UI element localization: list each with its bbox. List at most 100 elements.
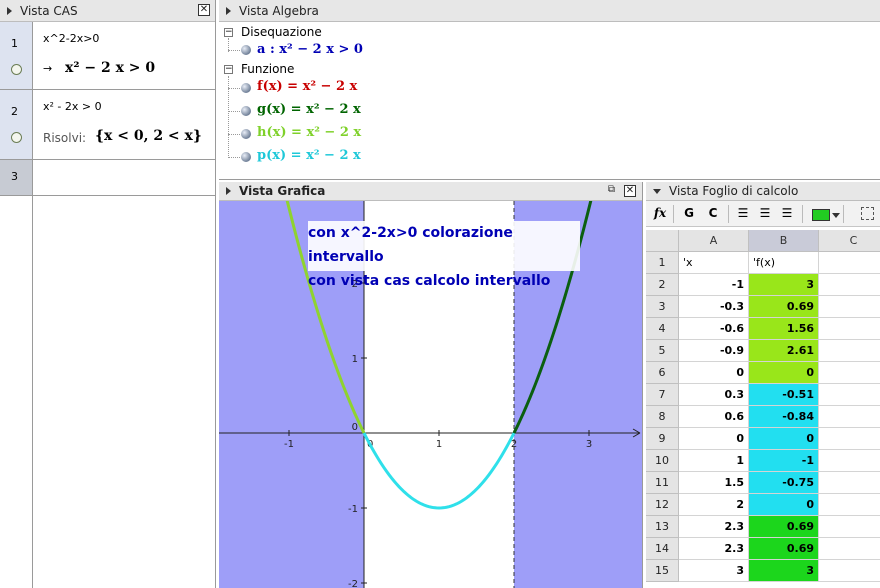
graphics-titlebar[interactable]: Vista Grafica ⧉ ✕ [219, 182, 642, 201]
row-header[interactable]: 7 [646, 384, 679, 406]
cas-input[interactable]: x^2-2x>0 [43, 32, 99, 45]
cell-b[interactable]: 0.69 [749, 296, 819, 318]
cell-c[interactable] [819, 428, 880, 450]
align-right-icon[interactable]: ☰ [779, 204, 795, 223]
align-left-icon[interactable]: ☰ [735, 204, 751, 223]
algebra-item-h[interactable]: h(x) = x² − 2 x [257, 125, 361, 140]
cas-row[interactable]: 2 x² - 2x > 0 Risolvi: {x < 0, 2 < x} [0, 90, 215, 160]
expand-triangle-icon[interactable] [653, 188, 661, 194]
cell-c[interactable] [819, 340, 880, 362]
cell-b[interactable]: 0.69 [749, 516, 819, 538]
cas-row[interactable]: 1 x^2-2x>0 → x² − 2 x > 0 [0, 22, 215, 90]
cell-a[interactable]: 0.6 [679, 406, 749, 428]
cell-c[interactable] [819, 406, 880, 428]
row-header[interactable]: 4 [646, 318, 679, 340]
cell-c[interactable] [819, 384, 880, 406]
cell-c[interactable] [819, 318, 880, 340]
collapse-minus-icon[interactable]: − [224, 65, 233, 74]
cell-b[interactable]: 'f(x) [749, 252, 819, 274]
cell-c[interactable] [819, 516, 880, 538]
output-toggle-radio[interactable] [11, 64, 22, 75]
cell-c[interactable] [819, 274, 880, 296]
cell-a[interactable]: -0.3 [679, 296, 749, 318]
algebra-titlebar[interactable]: Vista Algebra [219, 0, 880, 22]
cell-b[interactable]: -0.84 [749, 406, 819, 428]
cell-b[interactable]: 0.69 [749, 538, 819, 560]
italic-button[interactable]: C [706, 204, 720, 223]
cell-b[interactable]: 1.56 [749, 318, 819, 340]
collapse-minus-icon[interactable]: − [224, 28, 233, 37]
cell-a[interactable]: 2.3 [679, 516, 749, 538]
close-icon[interactable]: ✕ [198, 4, 210, 16]
row-header[interactable]: 10 [646, 450, 679, 472]
cell-a[interactable]: 1.5 [679, 472, 749, 494]
row-header[interactable]: 11 [646, 472, 679, 494]
visibility-toggle-icon[interactable] [241, 106, 251, 116]
cell-b[interactable]: -0.75 [749, 472, 819, 494]
row-header[interactable]: 6 [646, 362, 679, 384]
spreadsheet-titlebar[interactable]: Vista Foglio di calcolo [646, 182, 880, 201]
algebra-item-p[interactable]: p(x) = x² − 2 x [257, 148, 361, 163]
column-header-c[interactable]: C [819, 230, 880, 252]
column-header-b[interactable]: B [749, 230, 819, 252]
cell-b[interactable]: 3 [749, 560, 819, 582]
cell-c[interactable] [819, 362, 880, 384]
cell-b[interactable]: 3 [749, 274, 819, 296]
align-center-icon[interactable]: ☰ [757, 204, 773, 223]
cell-b[interactable]: -0.51 [749, 384, 819, 406]
row-header[interactable]: 13 [646, 516, 679, 538]
collapse-triangle-icon[interactable] [226, 187, 231, 195]
cell-b[interactable]: -1 [749, 450, 819, 472]
corner-header[interactable] [646, 230, 679, 252]
row-header[interactable]: 5 [646, 340, 679, 362]
cas-input[interactable]: x² - 2x > 0 [43, 100, 102, 113]
collapse-triangle-icon[interactable] [226, 6, 231, 15]
cell-b[interactable]: 0 [749, 494, 819, 516]
cell-c[interactable] [819, 450, 880, 472]
border-icon[interactable] [861, 207, 874, 220]
algebra-item-a[interactable]: a : x² − 2 x > 0 [257, 42, 363, 57]
cell-a[interactable]: -1 [679, 274, 749, 296]
cell-a[interactable]: 'x [679, 252, 749, 274]
cas-row[interactable]: 3 [0, 160, 215, 196]
visibility-toggle-icon[interactable] [241, 129, 251, 139]
undock-icon[interactable]: ⧉ [606, 185, 617, 196]
cell-a[interactable]: 0 [679, 362, 749, 384]
cell-a[interactable]: 1 [679, 450, 749, 472]
row-header[interactable]: 15 [646, 560, 679, 582]
cell-b[interactable]: 0 [749, 428, 819, 450]
cell-a[interactable]: 2 [679, 494, 749, 516]
algebra-item-g[interactable]: g(x) = x² − 2 x [257, 102, 361, 117]
cell-b[interactable]: 2.61 [749, 340, 819, 362]
category-funzione[interactable]: Funzione [241, 62, 294, 76]
cell-b[interactable]: 0 [749, 362, 819, 384]
fill-color-swatch[interactable] [812, 209, 830, 221]
row-header[interactable]: 8 [646, 406, 679, 428]
cell-c[interactable] [819, 472, 880, 494]
category-disequazione[interactable]: Disequazione [241, 25, 322, 39]
cell-a[interactable]: -0.6 [679, 318, 749, 340]
cell-a[interactable]: 0 [679, 428, 749, 450]
cas-titlebar[interactable]: Vista CAS ✕ [0, 0, 215, 22]
formula-button[interactable]: fx [652, 204, 668, 223]
cell-a[interactable]: 3 [679, 560, 749, 582]
row-header[interactable]: 9 [646, 428, 679, 450]
visibility-toggle-icon[interactable] [241, 152, 251, 162]
row-header[interactable]: 12 [646, 494, 679, 516]
cell-a[interactable]: -0.9 [679, 340, 749, 362]
visibility-toggle-icon[interactable] [241, 83, 251, 93]
row-header[interactable]: 2 [646, 274, 679, 296]
visibility-toggle-icon[interactable] [241, 45, 251, 55]
bold-button[interactable]: G [682, 204, 696, 223]
output-toggle-radio[interactable] [11, 132, 22, 143]
cell-c[interactable] [819, 560, 880, 582]
row-header[interactable]: 14 [646, 538, 679, 560]
row-header[interactable]: 1 [646, 252, 679, 274]
cell-a[interactable]: 2.3 [679, 538, 749, 560]
cell-c[interactable] [819, 296, 880, 318]
cell-c[interactable] [819, 494, 880, 516]
cell-c[interactable] [819, 538, 880, 560]
cell-c[interactable] [819, 252, 880, 274]
row-header[interactable]: 3 [646, 296, 679, 318]
close-icon[interactable]: ✕ [624, 185, 636, 197]
